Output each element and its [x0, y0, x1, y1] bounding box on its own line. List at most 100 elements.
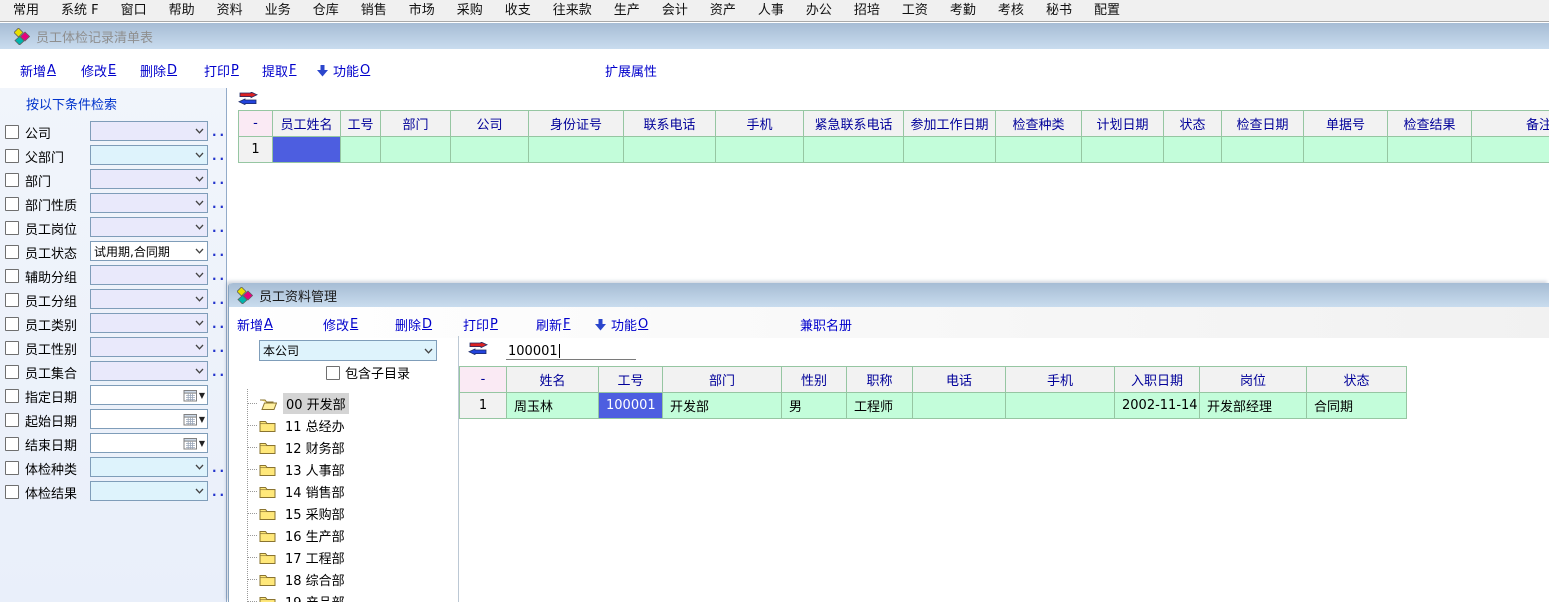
员工类别-checkbox[interactable] — [5, 317, 19, 331]
体检种类-checkbox[interactable] — [5, 461, 19, 475]
add-button[interactable]: 新增A — [20, 61, 56, 80]
data-cell[interactable]: 100001 — [599, 393, 663, 419]
menu-item-19[interactable]: 工资 — [891, 0, 939, 22]
dropdown-select[interactable] — [90, 313, 208, 333]
column-header[interactable]: 工号 — [341, 111, 381, 137]
data-cell[interactable] — [996, 137, 1082, 163]
menu-item-23[interactable]: 配置 — [1083, 0, 1131, 22]
menu-item-15[interactable]: 资产 — [699, 0, 747, 22]
tree-item-17[interactable]: 17 工程部 — [235, 546, 453, 568]
员工性别-checkbox[interactable] — [5, 341, 19, 355]
menu-item-21[interactable]: 考核 — [987, 0, 1035, 22]
员工状态-checkbox[interactable] — [5, 245, 19, 259]
column-header[interactable]: 身份证号 — [529, 111, 624, 137]
data-cell[interactable]: 周玉林 — [507, 393, 599, 419]
column-header[interactable]: 检查种类 — [996, 111, 1082, 137]
menu-item-2[interactable]: 系统 F — [50, 0, 110, 22]
menu-item-4[interactable]: 帮助 — [158, 0, 206, 22]
column-header[interactable]: 参加工作日期 — [904, 111, 996, 137]
dropdown-select[interactable] — [90, 265, 208, 285]
tree-item-12[interactable]: 12 财务部 — [235, 436, 453, 458]
part-time-roster-link[interactable]: 兼职名册 — [800, 315, 852, 334]
data-cell[interactable] — [904, 137, 996, 163]
tree-item-16[interactable]: 16 生产部 — [235, 524, 453, 546]
dropdown-select[interactable] — [90, 361, 208, 381]
column-header[interactable]: 电话 — [913, 367, 1006, 393]
row-number-cell[interactable]: 1 — [460, 393, 507, 419]
员工岗位-checkbox[interactable] — [5, 221, 19, 235]
column-header[interactable]: 岗位 — [1200, 367, 1307, 393]
company-select[interactable]: 本公司 — [259, 340, 437, 361]
menu-item-3[interactable]: 窗口 — [110, 0, 158, 22]
function-button[interactable]: 功能O — [317, 61, 370, 80]
体检结果-checkbox[interactable] — [5, 485, 19, 499]
员工分组-checkbox[interactable] — [5, 293, 19, 307]
column-header[interactable]: 工号 — [599, 367, 663, 393]
browse-dots-link[interactable]: .. — [212, 127, 227, 137]
extract-button[interactable]: 提取F — [262, 61, 297, 80]
data-cell[interactable] — [716, 137, 804, 163]
dropdown-select[interactable] — [90, 337, 208, 357]
column-header[interactable]: 性别 — [782, 367, 847, 393]
browse-dots-link[interactable]: .. — [212, 223, 227, 233]
column-header[interactable]: 检查结果 — [1388, 111, 1472, 137]
browse-dots-link[interactable]: .. — [212, 247, 227, 257]
data-cell[interactable] — [451, 137, 529, 163]
browse-dots-link[interactable]: .. — [212, 175, 227, 185]
dropdown-select[interactable] — [90, 169, 208, 189]
dropdown-select[interactable] — [90, 481, 208, 501]
delete-button[interactable]: 删除D — [395, 315, 432, 334]
row-number-cell[interactable]: 1 — [239, 137, 273, 163]
column-header[interactable]: 紧急联系电话 — [804, 111, 904, 137]
browse-dots-link[interactable]: .. — [212, 319, 227, 329]
dropdown-select[interactable] — [90, 217, 208, 237]
menu-item-8[interactable]: 销售 — [350, 0, 398, 22]
browse-dots-link[interactable]: .. — [212, 295, 227, 305]
menu-item-20[interactable]: 考勤 — [939, 0, 987, 22]
dropdown-select[interactable] — [90, 289, 208, 309]
browse-dots-link[interactable]: .. — [212, 367, 227, 377]
browse-dots-link[interactable]: .. — [212, 271, 227, 281]
browse-dots-link[interactable]: .. — [212, 487, 227, 497]
menu-item-18[interactable]: 招培 — [843, 0, 891, 22]
column-header[interactable]: 姓名 — [507, 367, 599, 393]
data-cell[interactable] — [1388, 137, 1472, 163]
员工集合-checkbox[interactable] — [5, 365, 19, 379]
公司-checkbox[interactable] — [5, 125, 19, 139]
delete-button[interactable]: 删除D — [140, 61, 177, 80]
tree-item-14[interactable]: 14 销售部 — [235, 480, 453, 502]
tree-item-15[interactable]: 15 采购部 — [235, 502, 453, 524]
menu-item-14[interactable]: 会计 — [651, 0, 699, 22]
column-header[interactable]: 计划日期 — [1082, 111, 1164, 137]
print-button[interactable]: 打印P — [204, 61, 239, 80]
data-cell[interactable]: 工程师 — [847, 393, 913, 419]
指定日期-checkbox[interactable] — [5, 389, 19, 403]
print-button[interactable]: 打印P — [463, 315, 498, 334]
dropdown-select[interactable] — [90, 145, 208, 165]
menu-item-16[interactable]: 人事 — [747, 0, 795, 22]
corner-header-cell[interactable]: - — [239, 111, 273, 137]
data-cell[interactable] — [381, 137, 451, 163]
menu-item-17[interactable]: 办公 — [795, 0, 843, 22]
data-cell[interactable] — [1304, 137, 1388, 163]
edit-button[interactable]: 修改E — [81, 61, 116, 80]
tree-item-11[interactable]: 11 总经办 — [235, 414, 453, 436]
column-header[interactable]: 职称 — [847, 367, 913, 393]
browse-dots-link[interactable]: .. — [212, 343, 227, 353]
dropdown-select[interactable] — [90, 121, 208, 141]
column-header[interactable]: 入职日期 — [1115, 367, 1200, 393]
date-picker[interactable]: ▼ — [90, 409, 208, 429]
column-header[interactable]: 员工姓名 — [273, 111, 341, 137]
data-cell[interactable] — [1222, 137, 1304, 163]
部门-checkbox[interactable] — [5, 173, 19, 187]
include-subdir-checkbox[interactable]: 包含子目录 — [326, 363, 410, 382]
辅助分组-checkbox[interactable] — [5, 269, 19, 283]
menu-item-11[interactable]: 收支 — [494, 0, 542, 22]
column-header[interactable]: 状态 — [1307, 367, 1407, 393]
function-button[interactable]: 功能O — [595, 315, 648, 334]
data-cell[interactable] — [1006, 393, 1115, 419]
column-header[interactable]: 手机 — [716, 111, 804, 137]
browse-dots-link[interactable]: .. — [212, 199, 227, 209]
data-cell[interactable]: 男 — [782, 393, 847, 419]
date-picker[interactable]: ▼ — [90, 433, 208, 453]
